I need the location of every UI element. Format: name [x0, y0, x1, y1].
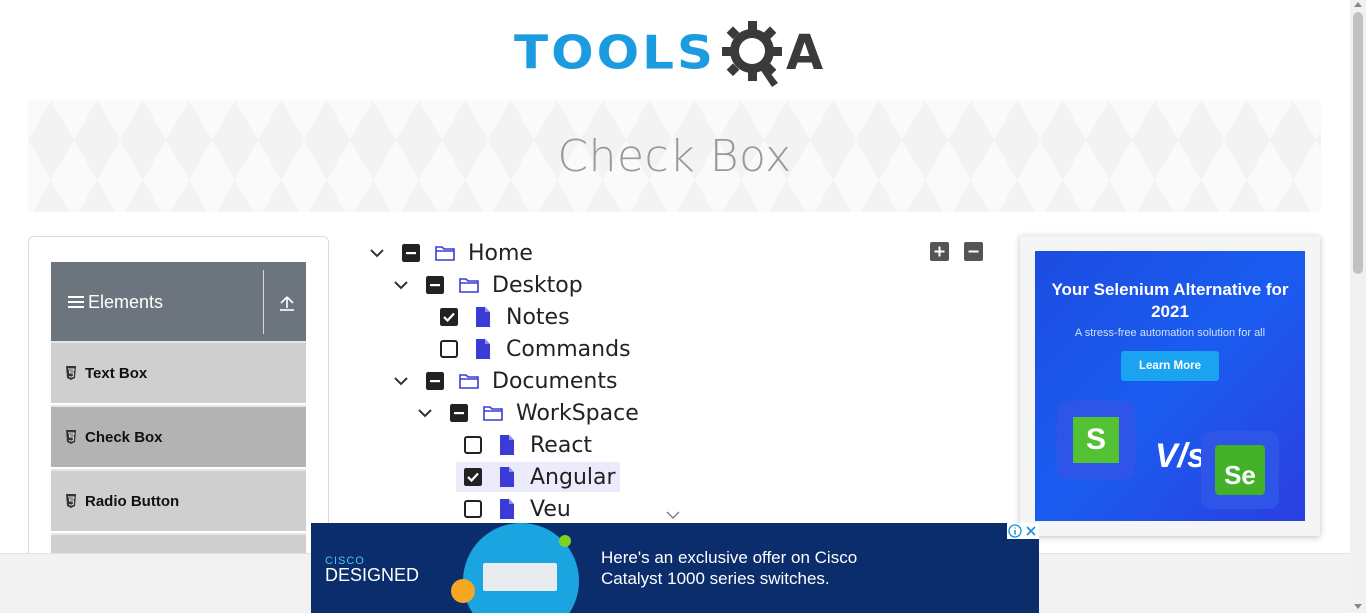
side-ad-container: Your Selenium Alternative for 2021 A str…	[1020, 236, 1320, 536]
plus-icon	[934, 246, 945, 257]
tree-node-workspace: WorkSpace	[416, 398, 639, 428]
tree-node-home: Home	[368, 238, 533, 268]
logo-text-tools: TOOLS	[514, 26, 716, 80]
html5-icon	[66, 494, 76, 508]
tree-node-label[interactable]: Commands	[506, 337, 631, 362]
file-icon	[476, 307, 490, 327]
checkbox-partial-icon[interactable]	[402, 244, 420, 262]
sidebar-item-radio-button[interactable]: Radio Button	[51, 469, 306, 531]
toolsqa-logo[interactable]: TOOLS A	[514, 14, 844, 92]
file-icon	[500, 435, 514, 455]
tree-node-label[interactable]: Veu	[530, 497, 571, 522]
file-icon	[500, 499, 514, 519]
tree-node-veu: Veu	[464, 494, 571, 524]
tree-node-react: React	[464, 430, 592, 460]
checkbox-unchecked-icon[interactable]	[440, 340, 458, 358]
katalon-logo-icon: S	[1073, 417, 1119, 463]
tree-node-label[interactable]: Home	[468, 241, 533, 266]
sidebar-item-label: Radio Button	[85, 492, 180, 510]
switch-product-image	[451, 523, 579, 613]
collapse-upload-icon[interactable]	[277, 294, 297, 314]
checkbox-partial-icon[interactable]	[426, 372, 444, 390]
chevron-down-icon[interactable]	[666, 510, 680, 520]
html5-icon	[66, 366, 76, 380]
selenium-alternative-ad[interactable]: Your Selenium Alternative for 2021 A str…	[1035, 251, 1305, 521]
tree-node-label[interactable]: React	[530, 433, 592, 458]
gear-magnifier-icon	[720, 17, 792, 89]
ad-headline: Your Selenium Alternative for 2021	[1051, 280, 1289, 321]
info-icon	[1008, 524, 1022, 538]
tree-node-label[interactable]: WorkSpace	[516, 401, 639, 426]
minus-icon	[968, 250, 979, 253]
checkbox-partial-icon[interactable]	[450, 404, 468, 422]
ad-subline: A stress-free automation solution for al…	[1074, 327, 1266, 339]
sidebar-item-check-box[interactable]: Check Box	[51, 405, 306, 467]
file-icon	[500, 467, 514, 487]
elements-group-header[interactable]: Elements	[51, 262, 306, 342]
checkbox-checked-icon[interactable]	[464, 468, 482, 486]
folder-icon	[459, 374, 479, 389]
tree-node-notes: Notes	[440, 302, 570, 332]
checkbox-unchecked-icon[interactable]	[464, 436, 482, 454]
scroll-down-arrow-icon[interactable]	[1354, 604, 1362, 609]
versus-text: V/s	[1155, 437, 1207, 475]
group-title: Elements	[88, 291, 164, 312]
page: TOOLS A Check Box Elements Text Box Chec…	[0, 0, 1366, 613]
tree-node-label[interactable]: Angular	[530, 465, 616, 490]
sidebar-item-label: Text Box	[85, 364, 148, 382]
header-divider	[263, 270, 264, 334]
selenium-logo-icon: Se	[1215, 445, 1265, 495]
scroll-up-arrow-icon[interactable]	[1354, 2, 1362, 7]
page-scrollbar[interactable]	[1350, 0, 1366, 613]
html5-icon	[66, 430, 76, 444]
tree-node-label[interactable]: Documents	[492, 369, 617, 394]
tree-node-documents: Documents	[392, 366, 617, 396]
tree-node-label[interactable]: Desktop	[492, 273, 583, 298]
folder-icon	[483, 406, 503, 421]
tree-node-label[interactable]: Notes	[506, 305, 570, 330]
selenium-logo-tile: Se	[1201, 431, 1279, 509]
tree-node-angular: Angular	[456, 462, 620, 492]
folder-icon	[459, 278, 479, 293]
page-title: Check Box	[557, 130, 792, 182]
expand-all-button[interactable]	[930, 242, 949, 261]
cisco-designed-logo: CISCO DESIGNED	[325, 555, 419, 586]
katalon-logo-tile: S	[1057, 401, 1135, 479]
hamburger-icon	[68, 296, 84, 308]
checkbox-checked-icon[interactable]	[440, 308, 458, 326]
file-icon	[476, 339, 490, 359]
checkbox-unchecked-icon[interactable]	[464, 500, 482, 518]
chevron-down-icon[interactable]	[416, 404, 434, 422]
tree-node-commands: Commands	[440, 334, 631, 364]
cisco-brand-bottom: DESIGNED	[325, 565, 420, 585]
cisco-banner-ad[interactable]: CISCO DESIGNED Here's an exclusive offer…	[311, 523, 1039, 613]
folder-icon	[435, 246, 455, 261]
sidebar-item-text-box[interactable]: Text Box	[51, 341, 306, 403]
adchoices-button[interactable]	[1007, 523, 1039, 539]
left-sidebar: Elements Text Box Check Box Radio Button	[28, 236, 329, 566]
page-banner: Check Box	[28, 100, 1321, 212]
tree-node-desktop: Desktop	[392, 270, 583, 300]
close-icon[interactable]	[1023, 523, 1039, 539]
learn-more-button[interactable]: Learn More	[1121, 351, 1219, 381]
collapse-all-button[interactable]	[964, 242, 983, 261]
checkbox-partial-icon[interactable]	[426, 276, 444, 294]
sidebar-item-label: Check Box	[85, 428, 163, 446]
chevron-down-icon[interactable]	[368, 244, 386, 262]
chevron-down-icon[interactable]	[392, 276, 410, 294]
ad-offer-text: Here's an exclusive offer on Cisco Catal…	[601, 548, 858, 588]
scrollbar-thumb[interactable]	[1353, 12, 1363, 274]
chevron-down-icon[interactable]	[392, 372, 410, 390]
